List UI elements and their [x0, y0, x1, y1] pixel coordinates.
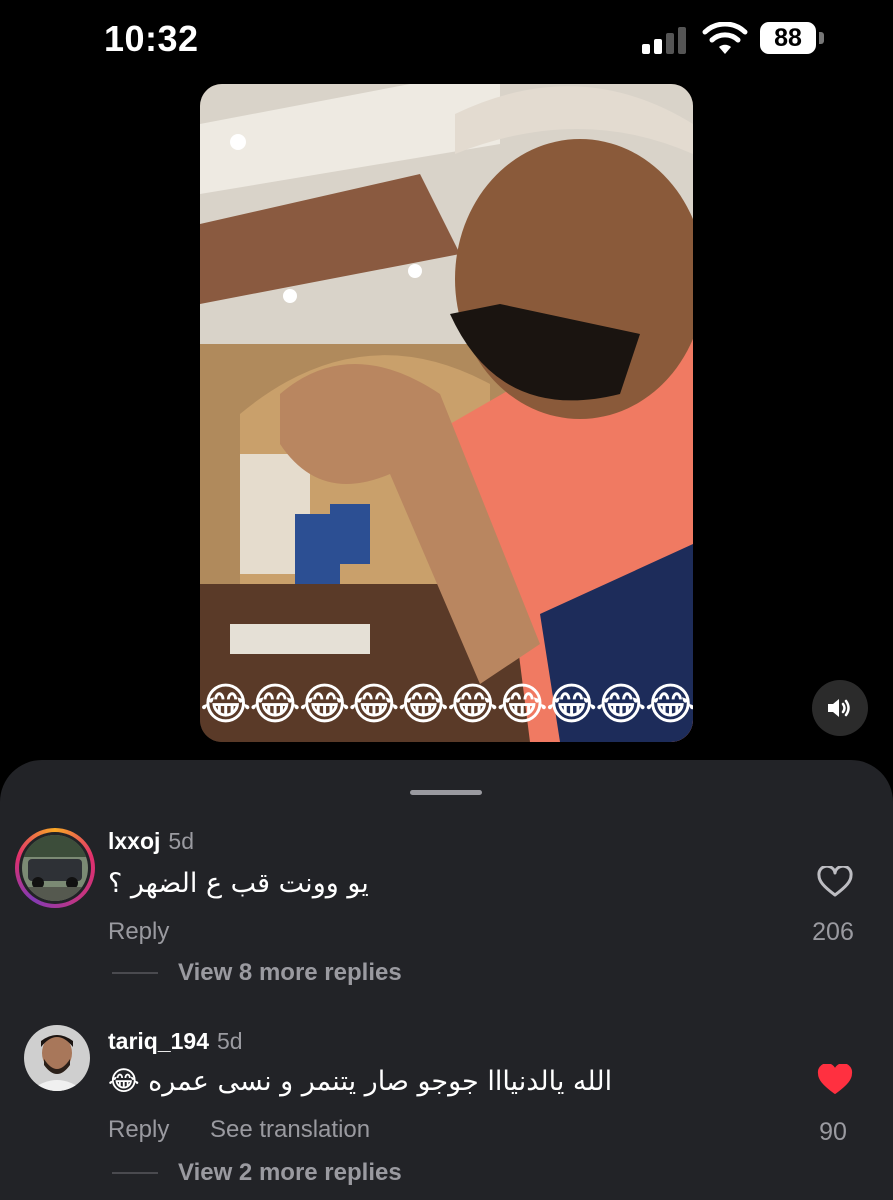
comment-text: يو وونت قب ع الضهر ؟ — [108, 868, 369, 899]
comment-time: 5d — [168, 828, 195, 854]
comment-username[interactable]: tariq_194 5d — [108, 1028, 243, 1055]
heart-outline-icon[interactable] — [817, 866, 853, 898]
status-time: 10:32 — [104, 18, 199, 59]
comments-sheet: lxxoj 5d يو وونت قب ع الضهر ؟ Reply 206 V… — [0, 760, 893, 1200]
signal-icon — [642, 26, 690, 54]
avatar[interactable] — [22, 835, 88, 901]
replies-divider — [112, 1172, 158, 1174]
see-translation-button[interactable]: See translation — [210, 1116, 370, 1144]
speaker-icon — [828, 699, 850, 717]
screen: 10:32 88 😂😂😂😂😂😂😂😂😂😂 lxxoj 5d يو وونت قب … — [0, 0, 893, 1200]
like-count: 90 — [819, 1118, 847, 1146]
sheet-drag-handle[interactable] — [410, 790, 482, 795]
wifi-icon — [702, 22, 748, 54]
view-replies-button[interactable]: View 2 more replies — [178, 1159, 402, 1187]
comment-username[interactable]: lxxoj 5d — [108, 828, 194, 855]
laughing-emoji-overlay: 😂😂😂😂😂😂😂😂😂😂 — [200, 679, 693, 730]
heart-filled-icon[interactable] — [817, 1064, 853, 1096]
battery-icon: 88 — [760, 22, 816, 54]
replies-divider — [112, 972, 158, 974]
reply-button[interactable]: Reply — [108, 918, 169, 946]
avatar[interactable] — [24, 1025, 90, 1091]
reply-button[interactable]: Reply — [108, 1116, 169, 1144]
view-replies-button[interactable]: View 8 more replies — [178, 959, 402, 987]
comment-time: 5d — [217, 1028, 243, 1054]
comment-text: الله يالدنيااا جوجو صار يتنمر و نسى عمره… — [108, 1066, 613, 1097]
video-frame — [200, 84, 693, 742]
like-count: 206 — [812, 918, 854, 946]
video-player[interactable]: 😂😂😂😂😂😂😂😂😂😂 — [200, 84, 693, 742]
sound-toggle-button[interactable] — [812, 680, 868, 736]
battery-tip — [819, 32, 824, 44]
